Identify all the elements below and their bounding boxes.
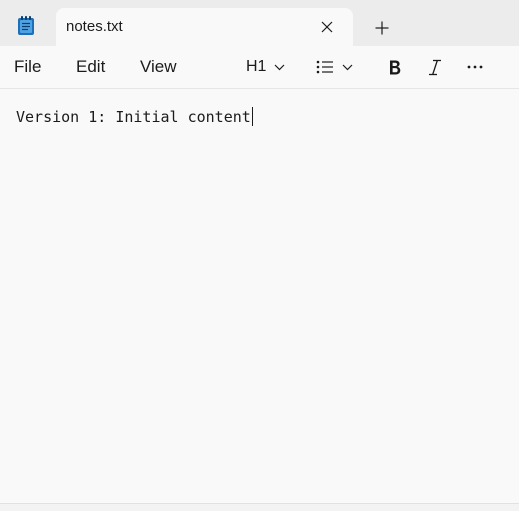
list-dropdown-button[interactable] [316, 53, 362, 81]
close-tab-button[interactable] [314, 14, 340, 40]
editor-content: Version 1: Initial content [16, 107, 251, 126]
heading-dropdown-button[interactable]: H1 [244, 53, 292, 81]
chevron-down-icon [342, 64, 353, 71]
editor-text-area[interactable]: Version 1: Initial content [0, 89, 519, 503]
plus-icon [375, 21, 389, 35]
title-bar: notes.txt [0, 0, 519, 46]
bulleted-list-icon [316, 60, 334, 74]
more-options-icon [467, 65, 483, 69]
italic-button[interactable] [423, 53, 447, 81]
bold-button[interactable] [383, 53, 407, 81]
menu-file[interactable]: File [14, 57, 41, 77]
new-tab-button[interactable] [368, 14, 396, 42]
bold-icon [388, 59, 402, 76]
editor-line: Version 1: Initial content [16, 107, 253, 126]
more-options-button[interactable] [462, 53, 488, 81]
close-icon [321, 21, 333, 33]
menu-bar: File Edit View H1 [0, 46, 519, 89]
tab-title: notes.txt [66, 18, 123, 35]
tab-notes[interactable]: notes.txt [56, 8, 353, 46]
notepad-icon [17, 15, 35, 36]
menu-view[interactable]: View [140, 57, 177, 77]
chevron-down-icon [274, 64, 285, 71]
italic-icon [428, 59, 442, 76]
text-caret [251, 107, 253, 126]
heading-label: H1 [246, 58, 267, 75]
menu-edit[interactable]: Edit [76, 57, 105, 77]
